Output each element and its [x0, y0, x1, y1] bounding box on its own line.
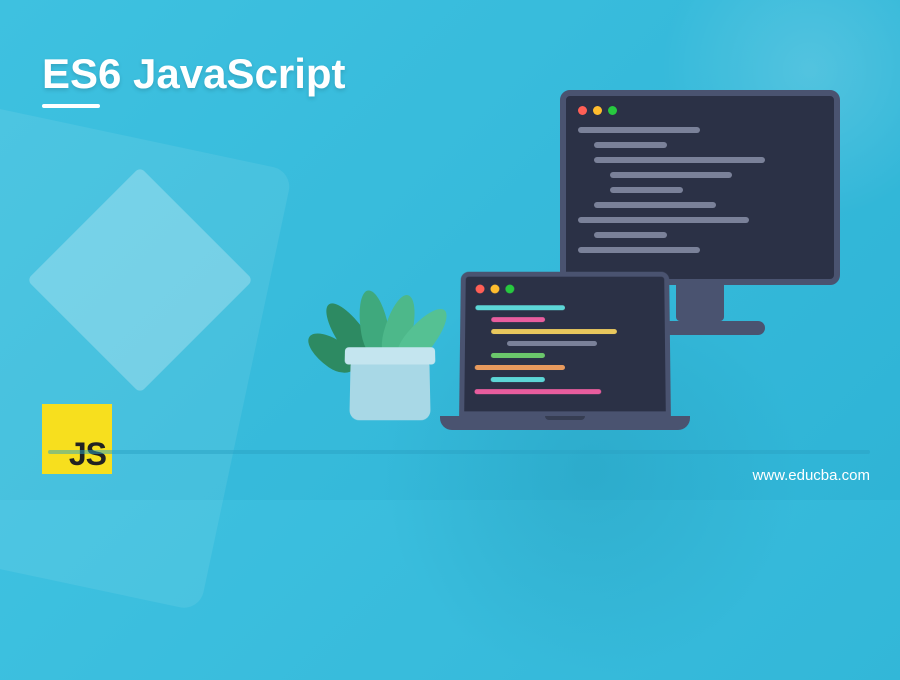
- window-maximize-icon: [608, 106, 617, 115]
- window-minimize-icon: [490, 285, 499, 294]
- window-close-icon: [578, 106, 587, 115]
- coding-illustration: [320, 80, 840, 440]
- code-line: [610, 187, 683, 193]
- window-close-icon: [476, 285, 485, 294]
- monitor-screen: [560, 90, 840, 285]
- window-maximize-icon: [505, 285, 514, 294]
- window-minimize-icon: [593, 106, 602, 115]
- code-line: [594, 202, 716, 208]
- code-line: [491, 329, 617, 334]
- plant-pot: [349, 361, 430, 421]
- js-logo: JS: [42, 404, 112, 474]
- code-line: [474, 389, 601, 394]
- laptop-screen: [459, 272, 671, 417]
- window-controls: [476, 285, 655, 294]
- code-line: [491, 317, 545, 322]
- code-line: [475, 305, 565, 310]
- code-line: [491, 377, 545, 382]
- window-controls: [578, 106, 822, 115]
- code-line: [475, 365, 565, 370]
- code-line: [578, 217, 749, 223]
- code-line: [594, 157, 765, 163]
- baseline-shadow: [48, 450, 870, 454]
- laptop: [440, 271, 690, 430]
- page-title: ES6 JavaScript: [42, 50, 346, 98]
- code-line: [507, 341, 597, 346]
- website-url: www.educba.com: [752, 467, 870, 484]
- code-line: [594, 232, 667, 238]
- title-underline: [42, 104, 100, 108]
- code-line: [491, 353, 545, 358]
- code-line: [610, 172, 732, 178]
- code-line: [578, 127, 700, 133]
- js-logo-text: JS: [69, 438, 106, 470]
- code-line: [594, 142, 667, 148]
- laptop-base: [440, 416, 690, 430]
- code-line: [578, 247, 700, 253]
